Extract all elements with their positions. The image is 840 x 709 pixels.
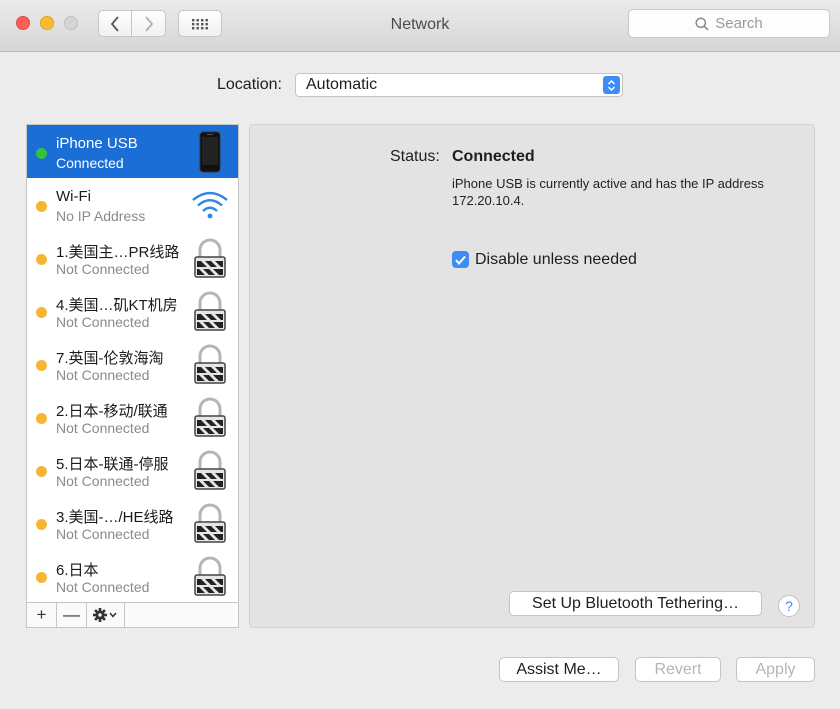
title-bar: Network Search xyxy=(0,0,840,52)
vpn-lock-icon xyxy=(190,343,230,385)
service-item-vpn-4[interactable]: 4.美国…矶KT机房 Not Connected xyxy=(27,284,238,337)
vpn-lock-icon xyxy=(190,449,230,491)
service-item-vpn-5[interactable]: 5.日本-联通-停服 Not Connected xyxy=(27,443,238,496)
search-field[interactable]: Search xyxy=(628,9,830,38)
chevron-down-icon xyxy=(108,612,117,618)
status-dot xyxy=(36,360,47,371)
service-item-vpn-6[interactable]: 6.日本 Not Connected xyxy=(27,549,238,602)
status-label: Status: xyxy=(390,148,440,165)
vpn-lock-icon xyxy=(190,396,230,438)
service-name: 6.日本 xyxy=(56,562,99,579)
service-name: 2.日本-移动/联通 xyxy=(56,403,168,420)
location-value: Automatic xyxy=(306,76,378,93)
service-item-iphone-usb[interactable]: iPhone USB Connected xyxy=(27,125,238,178)
status-dot xyxy=(36,572,47,583)
service-name: 5.日本-联通-停服 xyxy=(56,456,169,473)
status-dot xyxy=(36,413,47,424)
vpn-lock-icon xyxy=(190,502,230,544)
service-name: 7.英国-伦敦海淘 xyxy=(56,350,164,367)
remove-service-button[interactable]: — xyxy=(57,603,87,627)
action-menu-button[interactable] xyxy=(87,603,125,627)
wifi-icon xyxy=(190,184,230,226)
service-name: iPhone USB xyxy=(56,135,138,152)
service-name: 3.美国-…/HE线路 xyxy=(56,509,174,526)
location-label: Location: xyxy=(217,76,282,93)
updown-arrows-icon xyxy=(603,76,620,94)
service-item-vpn-7[interactable]: 7.英国-伦敦海淘 Not Connected xyxy=(27,337,238,390)
status-dot xyxy=(36,254,47,265)
status-dot xyxy=(36,466,47,477)
service-status: Not Connected xyxy=(56,367,150,383)
vpn-lock-icon xyxy=(190,555,230,597)
status-dot xyxy=(36,307,47,318)
service-status: Not Connected xyxy=(56,314,150,330)
assist-me-button[interactable]: Assist Me… xyxy=(499,657,619,682)
service-item-wifi[interactable]: Wi-Fi No IP Address xyxy=(27,178,238,231)
status-dot xyxy=(36,148,47,159)
service-status: No IP Address xyxy=(56,208,146,224)
service-name: 1.美国主…PR线路 xyxy=(56,244,180,261)
status-dot xyxy=(36,201,47,212)
bluetooth-tethering-button[interactable]: Set Up Bluetooth Tethering… xyxy=(509,591,762,616)
status-description: iPhone USB is currently active and has t… xyxy=(452,176,764,208)
service-status: Not Connected xyxy=(56,526,150,542)
service-name: 4.美国…矶KT机房 xyxy=(56,297,178,314)
gear-icon xyxy=(92,608,117,622)
service-list-toolbar: + — xyxy=(26,602,239,628)
service-status: Connected xyxy=(56,155,124,171)
help-button[interactable]: ? xyxy=(778,595,800,617)
service-list[interactable]: iPhone USB Connected Wi-Fi No IP Address… xyxy=(26,124,239,602)
add-service-button[interactable]: + xyxy=(27,603,57,627)
status-dot xyxy=(36,519,47,530)
search-placeholder: Search xyxy=(715,15,763,32)
vpn-lock-icon xyxy=(190,237,230,279)
iphone-icon xyxy=(190,131,230,173)
vpn-lock-icon xyxy=(190,290,230,332)
revert-button[interactable]: Revert xyxy=(635,657,721,682)
service-status: Not Connected xyxy=(56,473,150,489)
service-status: Not Connected xyxy=(56,579,150,595)
status-value: Connected xyxy=(452,148,535,165)
apply-button[interactable]: Apply xyxy=(736,657,815,682)
location-select[interactable]: Automatic xyxy=(295,73,623,97)
checkmark-icon xyxy=(455,255,466,265)
service-item-vpn-3[interactable]: 3.美国-…/HE线路 Not Connected xyxy=(27,496,238,549)
search-icon xyxy=(695,16,709,31)
disable-unless-needed-checkbox[interactable] xyxy=(452,251,469,268)
service-item-vpn-2[interactable]: 2.日本-移动/联通 Not Connected xyxy=(27,390,238,443)
service-item-vpn-1[interactable]: 1.美国主…PR线路 Not Connected xyxy=(27,231,238,284)
service-status: Not Connected xyxy=(56,261,150,277)
service-name: Wi-Fi xyxy=(56,188,91,205)
service-status: Not Connected xyxy=(56,420,150,436)
disable-unless-needed-label[interactable]: Disable unless needed xyxy=(475,251,637,269)
